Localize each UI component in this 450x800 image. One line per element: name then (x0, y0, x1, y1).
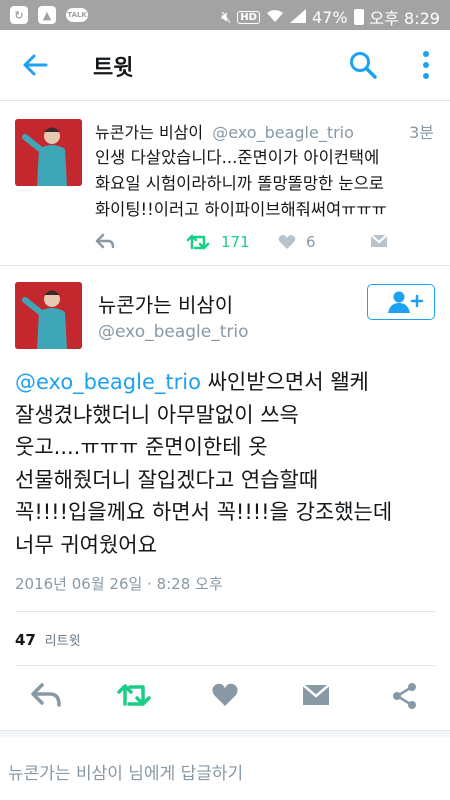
author-handle[interactable]: @exo_beagle_trio (98, 322, 249, 342)
like-button[interactable]: 6 (278, 233, 316, 251)
follow-button[interactable] (367, 284, 435, 320)
wifi-icon (266, 8, 284, 27)
divider (15, 665, 435, 666)
divider (15, 611, 435, 612)
notification-app-icon: ↻ (10, 6, 28, 24)
retweet-icon[interactable] (117, 682, 153, 708)
add-user-icon (388, 291, 424, 313)
author-name[interactable]: 뉴콘가는 비삼이 (95, 123, 203, 142)
envelope-icon (370, 234, 388, 247)
tweet-text-line: 화이팅!!이러고 하이파이브해줘써여ㅠㅠㅠ (95, 200, 387, 219)
tweet-text: 인생 다살았습니다...준면이가 아이컨택에 화요일 시험이라하니까 똘망똘망한… (95, 145, 440, 223)
more-options-icon[interactable] (420, 48, 432, 82)
retweet-icon (187, 234, 210, 250)
direct-message-button[interactable] (370, 233, 388, 249)
tweet-time: 3분 (409, 123, 434, 142)
tweet-text-line: 잘생겼냐했더니 아무말없이 쓰윽 (15, 402, 299, 427)
reply-icon (95, 233, 115, 249)
retweet-count: 47 (15, 631, 36, 649)
app-bar: 트윗 (0, 30, 450, 101)
author-name[interactable]: 뉴콘가는 비삼이 (98, 289, 233, 318)
author-handle[interactable]: @exo_beagle_trio (212, 123, 354, 142)
clock: 오후 8:29 (369, 9, 440, 28)
envelope-icon[interactable] (302, 682, 330, 708)
tweet-text-line: 웃고....ㅠㅠㅠ 준면이한테 옷 (15, 435, 268, 459)
reply-input[interactable]: 뉴콘가는 비삼이 님에게 답글하기 (8, 759, 243, 784)
battery-percent: 47% (311, 7, 348, 27)
retweet-button[interactable]: 171 (187, 233, 250, 251)
heart-icon (278, 235, 296, 249)
tweet-text-line: 꼭!!!!입을께요 하면서 꼭!!!!을 강조했는데 (15, 500, 393, 524)
mute-icon: 🔇︎ (221, 7, 232, 26)
heart-icon[interactable] (211, 682, 239, 708)
avatar[interactable] (15, 282, 82, 349)
tweet-actions (0, 678, 450, 718)
signal-icon (289, 8, 306, 27)
tweet-date: 2016년 06월 26일 · 8:28 오후 (15, 575, 223, 593)
tweet-text-line: 너무 귀여웠어요 (15, 532, 157, 557)
talk-icon: TALK (66, 8, 88, 22)
tweet-text-line: 화요일 시험이라하니까 똘망똘망한 눈으로 (95, 174, 384, 193)
back-arrow-icon[interactable] (18, 48, 52, 82)
reply-box[interactable]: 뉴콘가는 비삼이 님에게 답글하기 (0, 737, 450, 800)
reply-button[interactable] (95, 233, 115, 249)
like-count: 6 (306, 233, 316, 251)
battery-icon (353, 9, 364, 25)
tweet-header: 뉴콘가는 비삼이 @exo_beagle_trio (95, 119, 354, 143)
tweet-text: @exo_beagle_trio 싸인받으면서 왤케 잘생겼냐했더니 아무말없이… (15, 366, 440, 561)
tweet-actions: 171 6 (95, 233, 425, 257)
reply-icon[interactable] (30, 682, 62, 708)
mention-link[interactable]: @exo_beagle_trio (15, 370, 201, 394)
retweet-stats[interactable]: 47 리트윗 (15, 630, 81, 649)
retweet-count: 171 (221, 233, 250, 251)
retweet-label: 리트윗 (44, 634, 81, 649)
gallery-icon: ▲ (38, 6, 56, 24)
page-title: 트윗 (93, 56, 134, 81)
tweet-text-line: 싸인받으면서 왤케 (200, 370, 369, 394)
tweet-text-line: 선물해줬더니 잘입겠다고 연습할때 (15, 467, 319, 492)
hd-badge: HD (237, 10, 260, 24)
share-icon[interactable] (392, 682, 418, 710)
search-icon[interactable] (348, 50, 378, 80)
previous-tweet[interactable]: 뉴콘가는 비삼이 @exo_beagle_trio 3분 인생 다살았습니다..… (0, 101, 450, 266)
tweet-text-line: 인생 다살았습니다...준면이가 아이컨택에 (95, 148, 380, 167)
avatar[interactable] (15, 119, 82, 186)
status-bar: ↻ ▲ TALK 🔇︎ HD 47% 오후 8:29 (0, 0, 450, 30)
divider (0, 730, 450, 737)
